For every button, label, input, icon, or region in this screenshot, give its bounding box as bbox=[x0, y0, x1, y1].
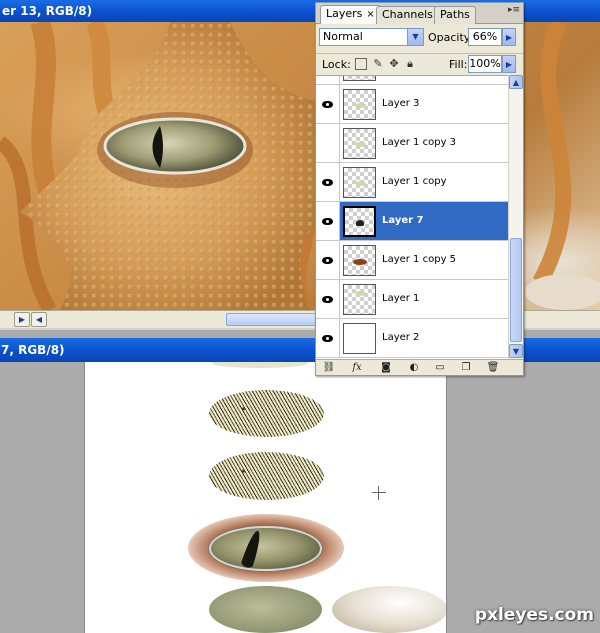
opacity-input[interactable]: 66% bbox=[468, 28, 502, 46]
scroll-up-icon[interactable]: ▲ bbox=[509, 75, 523, 89]
trash-icon[interactable]: 🗑︎ bbox=[486, 361, 500, 374]
layer-thumbnail bbox=[343, 76, 376, 81]
eye-icon[interactable] bbox=[322, 256, 333, 264]
layer-name: Layer 7 bbox=[382, 215, 424, 226]
fill-label: Fill: bbox=[449, 58, 468, 71]
fill-input[interactable]: 100% bbox=[468, 55, 502, 73]
layer-name: Layer 1 bbox=[382, 293, 420, 304]
layer-row[interactable]: Layer 1 copy 5 bbox=[316, 241, 508, 280]
adjustment-icon[interactable]: ◐ bbox=[407, 361, 421, 374]
layer-name: Layer 1 copy 3 bbox=[382, 137, 457, 148]
crosshair-cursor-icon bbox=[372, 486, 386, 500]
scrollbar-thumb[interactable] bbox=[226, 313, 321, 326]
layer-thumbnail bbox=[343, 323, 376, 354]
layers-scrollbar[interactable]: ▲ ▼ bbox=[508, 75, 523, 359]
speckled-oval-2 bbox=[209, 452, 324, 500]
visibility-toggle[interactable] bbox=[316, 241, 340, 279]
visibility-toggle[interactable] bbox=[316, 202, 340, 240]
highlight-oval bbox=[332, 586, 446, 633]
layers-list[interactable]: Layer 3 Layer 1 copy 3 Layer 1 copy Laye… bbox=[316, 75, 523, 359]
eye-icon[interactable] bbox=[322, 295, 333, 303]
layer-name: Layer 1 copy bbox=[382, 176, 447, 187]
watermark-text: pxleyes.com bbox=[474, 605, 594, 625]
layer-row[interactable]: Layer 1 copy bbox=[316, 163, 508, 202]
visibility-toggle[interactable] bbox=[316, 85, 340, 123]
opacity-slider-icon[interactable]: ▶ bbox=[502, 28, 516, 46]
layer-name: Layer 1 copy 5 bbox=[382, 254, 457, 265]
scrollbar-thumb[interactable] bbox=[510, 238, 522, 342]
palette-tabs: Layers × Channels Paths ▸≡ bbox=[316, 3, 523, 24]
layer-row[interactable]: Layer 1 bbox=[316, 280, 508, 319]
visibility-toggle[interactable] bbox=[316, 280, 340, 318]
visibility-toggle[interactable] bbox=[316, 319, 340, 357]
lock-row: Lock: ✎ ✥ 🔒︎ Fill: 100% ▶ bbox=[316, 53, 523, 75]
layer-row[interactable]: Layer 3 bbox=[316, 85, 508, 124]
lock-move-icon[interactable]: ✥ bbox=[388, 58, 400, 70]
tab-paths[interactable]: Paths bbox=[434, 6, 476, 24]
scroll-left-icon[interactable]: ◀ bbox=[31, 312, 47, 327]
eye-oval bbox=[209, 526, 322, 571]
palette-menu-icon[interactable]: ▸≡ bbox=[508, 5, 520, 19]
blend-mode-select[interactable]: Normal ▼ bbox=[319, 28, 424, 46]
link-icon[interactable]: ⛓ bbox=[322, 361, 336, 374]
layer-row-partial[interactable] bbox=[316, 76, 508, 85]
lock-transparency-icon[interactable] bbox=[355, 58, 367, 70]
layer-name: Layer 2 bbox=[382, 332, 420, 343]
scroll-down-icon[interactable]: ▼ bbox=[509, 344, 523, 358]
mask-icon[interactable]: ◙ bbox=[379, 361, 393, 374]
layer-row[interactable]: Layer 2 bbox=[316, 319, 508, 358]
eye-icon[interactable] bbox=[322, 178, 333, 186]
visibility-toggle[interactable] bbox=[316, 124, 340, 162]
new-layer-icon[interactable]: ❐ bbox=[459, 361, 473, 374]
group-icon[interactable]: ▭ bbox=[433, 361, 447, 374]
lock-label: Lock: bbox=[322, 58, 351, 71]
layer-thumbnail bbox=[343, 206, 376, 237]
palette-footer: ⛓ fx ◙ ◐ ▭ ❐ 🗑︎ bbox=[316, 359, 523, 375]
chevron-down-icon[interactable]: ▼ bbox=[407, 29, 423, 45]
layer-thumbnail bbox=[343, 167, 376, 198]
fx-icon[interactable]: fx bbox=[350, 361, 364, 374]
pupil-slit bbox=[240, 529, 264, 569]
opacity-label: Opacity: bbox=[428, 31, 474, 44]
layers-palette[interactable]: Layers × Channels Paths ▸≡ Normal ▼ Opaci… bbox=[315, 2, 524, 376]
tab-layers[interactable]: Layers × bbox=[320, 5, 381, 24]
lock-brush-icon[interactable]: ✎ bbox=[372, 58, 384, 70]
eye-parts-canvas[interactable] bbox=[84, 362, 447, 633]
lock-all-icon[interactable]: 🔒︎ bbox=[404, 58, 416, 70]
layer-thumbnail bbox=[343, 128, 376, 159]
layer-thumbnail bbox=[343, 245, 376, 276]
tab-close-icon[interactable]: × bbox=[366, 9, 374, 20]
speckled-oval-1 bbox=[209, 390, 324, 437]
tab-channels[interactable]: Channels bbox=[376, 6, 439, 24]
layer-thumbnail bbox=[343, 284, 376, 315]
eye-icon[interactable] bbox=[322, 217, 333, 225]
layer-thumbnail bbox=[343, 89, 376, 120]
blend-row: Normal ▼ Opacity: 66% ▶ bbox=[316, 24, 523, 50]
layer-row[interactable]: Layer 1 copy 3 bbox=[316, 124, 508, 163]
eye-icon[interactable] bbox=[322, 334, 333, 342]
eye-icon[interactable] bbox=[322, 100, 333, 108]
layer-name: Layer 3 bbox=[382, 98, 420, 109]
fill-slider-icon[interactable]: ▶ bbox=[502, 55, 516, 73]
layer-row-selected[interactable]: Layer 7 bbox=[316, 202, 508, 241]
scroll-left-end-icon[interactable]: ▶ bbox=[14, 312, 30, 327]
partial-oval-top bbox=[212, 362, 308, 368]
visibility-toggle[interactable] bbox=[316, 163, 340, 201]
olive-oval bbox=[209, 586, 322, 633]
